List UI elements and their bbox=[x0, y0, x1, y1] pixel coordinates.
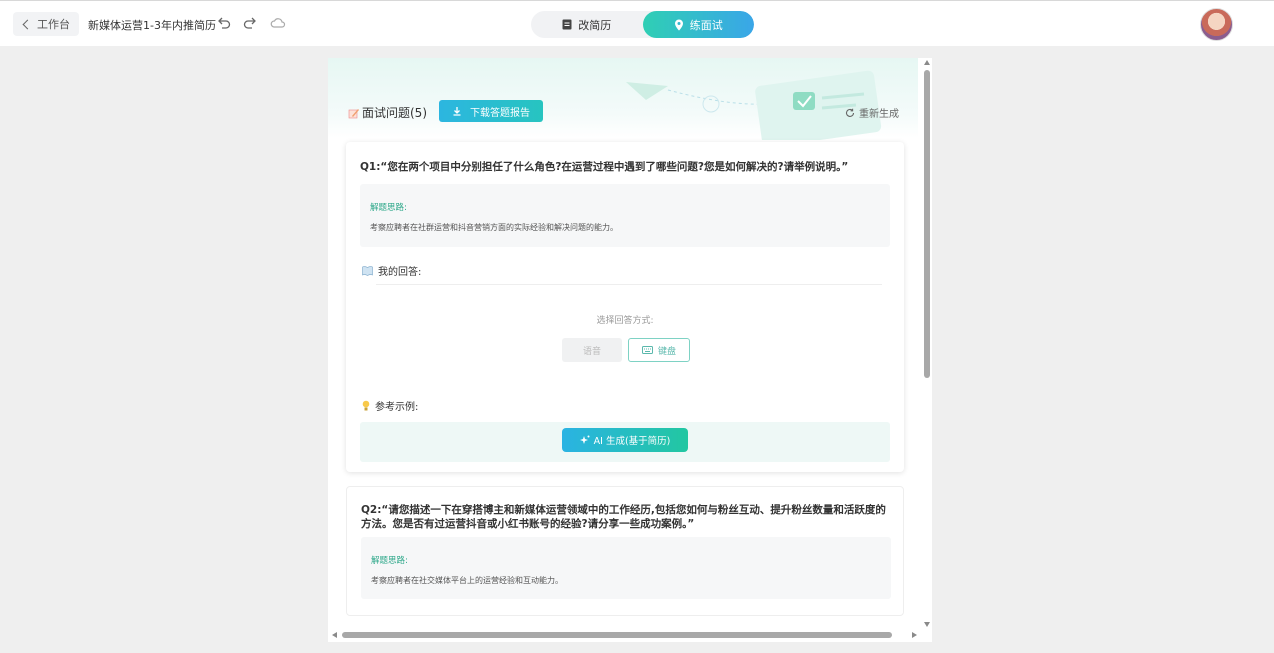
hint-box: 解题思路: 考察应聘者在社群运营和抖音营销方面的实际经验和解决问题的能力。 bbox=[360, 184, 890, 247]
my-answer-heading: 我的回答: bbox=[362, 263, 421, 278]
hint-box: 解题思路: 考察应聘者在社交媒体平台上的运营经验和互动能力。 bbox=[361, 537, 891, 599]
mode-switch: 改简历 练面试 bbox=[531, 11, 754, 38]
document-icon bbox=[562, 19, 572, 30]
keyboard-answer-button[interactable]: 键盘 bbox=[628, 338, 690, 362]
paper-plane-illustration bbox=[626, 70, 882, 140]
undo-icon[interactable] bbox=[216, 15, 232, 31]
panel-title-text: 面试问题(5) bbox=[362, 106, 427, 120]
chevron-left-icon bbox=[22, 19, 33, 29]
download-report-label: 下载答题报告 bbox=[470, 107, 530, 119]
back-button-label: 工作台 bbox=[37, 18, 70, 31]
question-card: Q1:“您在两个项目中分别担任了什么角色?在运营过程中遇到了哪些问题?您是如何解… bbox=[346, 142, 904, 472]
tab-edit-resume-label: 改简历 bbox=[578, 18, 612, 32]
redo-icon[interactable] bbox=[242, 15, 258, 31]
voice-answer-button[interactable]: 语音 bbox=[562, 338, 622, 362]
cloud-icon[interactable] bbox=[270, 15, 286, 31]
scroll-left-arrow-icon[interactable] bbox=[332, 632, 337, 638]
hint-text: 考察应聘者在社群运营和抖音营销方面的实际经验和解决问题的能力。 bbox=[370, 223, 618, 232]
tab-practice-interview-label: 练面试 bbox=[689, 18, 723, 32]
vertical-scroll-thumb[interactable] bbox=[924, 70, 930, 378]
horizontal-scroll-thumb[interactable] bbox=[342, 632, 892, 638]
hint-label: 解题思路: bbox=[371, 556, 408, 566]
scroll-up-arrow-icon[interactable] bbox=[924, 60, 930, 65]
scroll-right-arrow-icon[interactable] bbox=[912, 632, 917, 638]
back-to-workspace-button[interactable]: 工作台 bbox=[13, 12, 79, 36]
interview-panel: 面试问题(5) 下载答题报告 重新生成 Q1:“您在两个项目中分别担任了什么角色… bbox=[328, 58, 932, 642]
answer-area: 选择回答方式: 语音 键盘 bbox=[362, 290, 888, 380]
regenerate-label: 重新生成 bbox=[859, 109, 899, 120]
panel-title: 面试问题(5) bbox=[348, 104, 427, 121]
question-text: Q1:“您在两个项目中分别担任了什么角色?在运营过程中遇到了哪些问题?您是如何解… bbox=[360, 161, 849, 173]
location-pin-icon bbox=[674, 19, 683, 30]
refresh-icon bbox=[846, 108, 855, 117]
ai-generate-area: AI 生成(基于简历) bbox=[360, 422, 890, 462]
horizontal-scrollbar[interactable] bbox=[328, 629, 920, 641]
hint-label: 解题思路: bbox=[370, 203, 407, 213]
my-answer-label: 我的回答: bbox=[378, 267, 422, 278]
pencil-icon bbox=[348, 108, 359, 118]
keyboard-answer-label: 键盘 bbox=[657, 346, 676, 357]
download-icon bbox=[453, 107, 461, 116]
divider bbox=[376, 284, 882, 285]
document-title: 新媒体运营1-3年内推简历 bbox=[88, 19, 216, 32]
book-icon bbox=[362, 265, 373, 276]
hint-text: 考察应聘者在社交媒体平台上的运营经验和互动能力。 bbox=[371, 576, 563, 585]
choose-answer-mode-label: 选择回答方式: bbox=[596, 316, 654, 326]
question-card: Q2:“请您描述一下在穿搭博主和新媒体运营领域中的工作经历,包括您如何与粉丝互动… bbox=[346, 486, 904, 616]
user-avatar[interactable] bbox=[1200, 8, 1233, 41]
question-text: Q2:“请您描述一下在穿搭博主和新媒体运营领域中的工作经历,包括您如何与粉丝互动… bbox=[361, 504, 886, 530]
ai-generate-label: AI 生成(基于简历) bbox=[593, 436, 671, 447]
reference-heading: 参考示例: bbox=[362, 398, 418, 413]
top-bar: 工作台 新媒体运营1-3年内推简历 改简历 练面试 bbox=[0, 0, 1274, 46]
regenerate-button[interactable]: 重新生成 bbox=[845, 105, 899, 120]
download-report-button[interactable]: 下载答题报告 bbox=[439, 100, 543, 122]
panel-header: 面试问题(5) 下载答题报告 重新生成 bbox=[328, 58, 918, 140]
sparkle-icon bbox=[579, 435, 590, 444]
lightbulb-icon bbox=[362, 400, 370, 411]
keyboard-icon bbox=[641, 346, 653, 354]
ai-generate-button[interactable]: AI 生成(基于简历) bbox=[562, 428, 688, 452]
reference-label: 参考示例: bbox=[375, 402, 419, 413]
vertical-scrollbar[interactable] bbox=[920, 58, 934, 632]
scroll-down-arrow-icon[interactable] bbox=[924, 622, 930, 627]
tab-practice-interview[interactable]: 练面试 bbox=[642, 11, 754, 38]
tab-edit-resume[interactable]: 改简历 bbox=[531, 11, 643, 38]
